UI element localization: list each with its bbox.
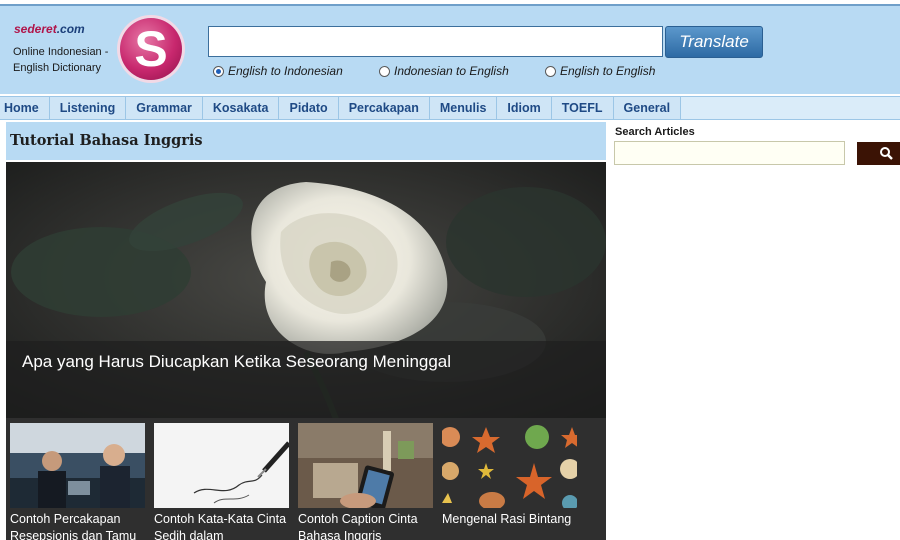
nav-item-idiom[interactable]: Idiom (497, 97, 552, 119)
thumbnail-phone-cafe[interactable] (298, 423, 433, 508)
nav-item-menulis[interactable]: Menulis (429, 97, 498, 119)
radio-selected-icon[interactable] (213, 65, 224, 77)
translate-input[interactable] (208, 26, 663, 57)
thumbnail-pen-writing[interactable] (154, 423, 289, 508)
brand-name[interactable]: sederet.com (14, 22, 85, 36)
radio-indonesian-to-english[interactable]: Indonesian to English (379, 64, 509, 78)
site-tagline: Online Indonesian - English Dictionary (13, 46, 109, 74)
section-title: Tutorial Bahasa Inggris (10, 132, 203, 149)
thumbnail-caption-receptionist[interactable]: Contoh Percakapan Resepsionis dan Tamu (10, 511, 150, 540)
site-header: sederet.com Online Indonesian - English … (0, 4, 900, 94)
thumbnail-zodiac[interactable] (442, 423, 577, 508)
nav-item-listening[interactable]: Listening (49, 97, 127, 119)
main-nav: Home Listening Grammar Kosakata Pidato P… (0, 96, 900, 120)
thumbnail-receptionist[interactable] (10, 423, 145, 508)
search-icon (880, 147, 893, 160)
article-thumbnails: Contoh Percakapan Resepsionis dan Tamu C… (6, 418, 606, 540)
featured-article[interactable]: Apa yang Harus Diucapkan Ketika Seseoran… (6, 162, 606, 419)
thumbnail-caption-love-words[interactable]: Contoh Kata-Kata Cinta Sedih dalam (154, 511, 294, 540)
nav-item-pidato[interactable]: Pidato (279, 97, 339, 119)
nav-item-kosakata[interactable]: Kosakata (202, 97, 280, 119)
translate-button[interactable]: Translate (665, 26, 763, 58)
nav-item-general[interactable]: General (613, 97, 682, 119)
page: sederet.com Online Indonesian - English … (0, 0, 900, 540)
section-header: Tutorial Bahasa Inggris (6, 122, 606, 160)
radio-english-to-english[interactable]: English to English (545, 64, 655, 78)
nav-item-toefl[interactable]: TOEFL (551, 97, 614, 119)
hero-caption-link[interactable]: Apa yang Harus Diucapkan Ketika Seseoran… (22, 352, 451, 372)
search-articles-label: Search Articles (615, 126, 695, 138)
nav-item-grammar[interactable]: Grammar (126, 97, 203, 119)
radio-english-to-indonesian[interactable]: English to Indonesian (213, 64, 343, 78)
radio-unselected-icon[interactable] (545, 65, 556, 77)
search-articles-input[interactable] (614, 141, 845, 165)
site-logo[interactable]: S (120, 18, 182, 80)
hero-caption-overlay: Apa yang Harus Diucapkan Ketika Seseoran… (6, 341, 606, 419)
nav-item-home[interactable]: Home (0, 97, 50, 119)
search-articles-button[interactable] (857, 142, 900, 165)
thumbnail-caption-zodiac[interactable]: Mengenal Rasi Bintang (442, 511, 582, 528)
radio-unselected-icon[interactable] (379, 65, 390, 77)
nav-item-percakapan[interactable]: Percakapan (338, 97, 430, 119)
thumbnail-caption-caption-love[interactable]: Contoh Caption Cinta Bahasa Inggris (298, 511, 438, 540)
